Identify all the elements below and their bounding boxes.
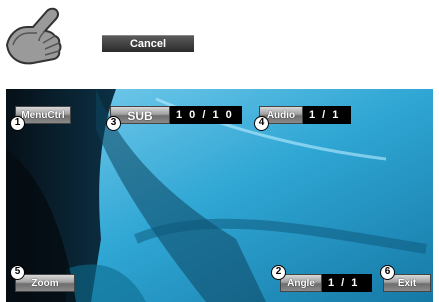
pointing-hand-icon bbox=[5, 7, 62, 65]
audio-value: 1 / 1 bbox=[303, 106, 351, 124]
marker-5: 5 bbox=[10, 265, 25, 280]
marker-2: 2 bbox=[271, 265, 286, 280]
marker-4: 4 bbox=[254, 116, 269, 131]
cancel-button[interactable]: Cancel bbox=[102, 35, 194, 52]
zoom-button[interactable]: Zoom bbox=[15, 274, 75, 292]
angle-button[interactable]: Angle bbox=[280, 274, 322, 292]
angle-value: 1 / 1 bbox=[322, 274, 372, 292]
marker-1: 1 bbox=[10, 116, 25, 131]
marker-3: 3 bbox=[106, 116, 121, 131]
top-panel: Cancel bbox=[0, 0, 439, 88]
sub-value: 1 0 / 1 0 bbox=[170, 106, 242, 124]
marker-6: 6 bbox=[380, 265, 395, 280]
